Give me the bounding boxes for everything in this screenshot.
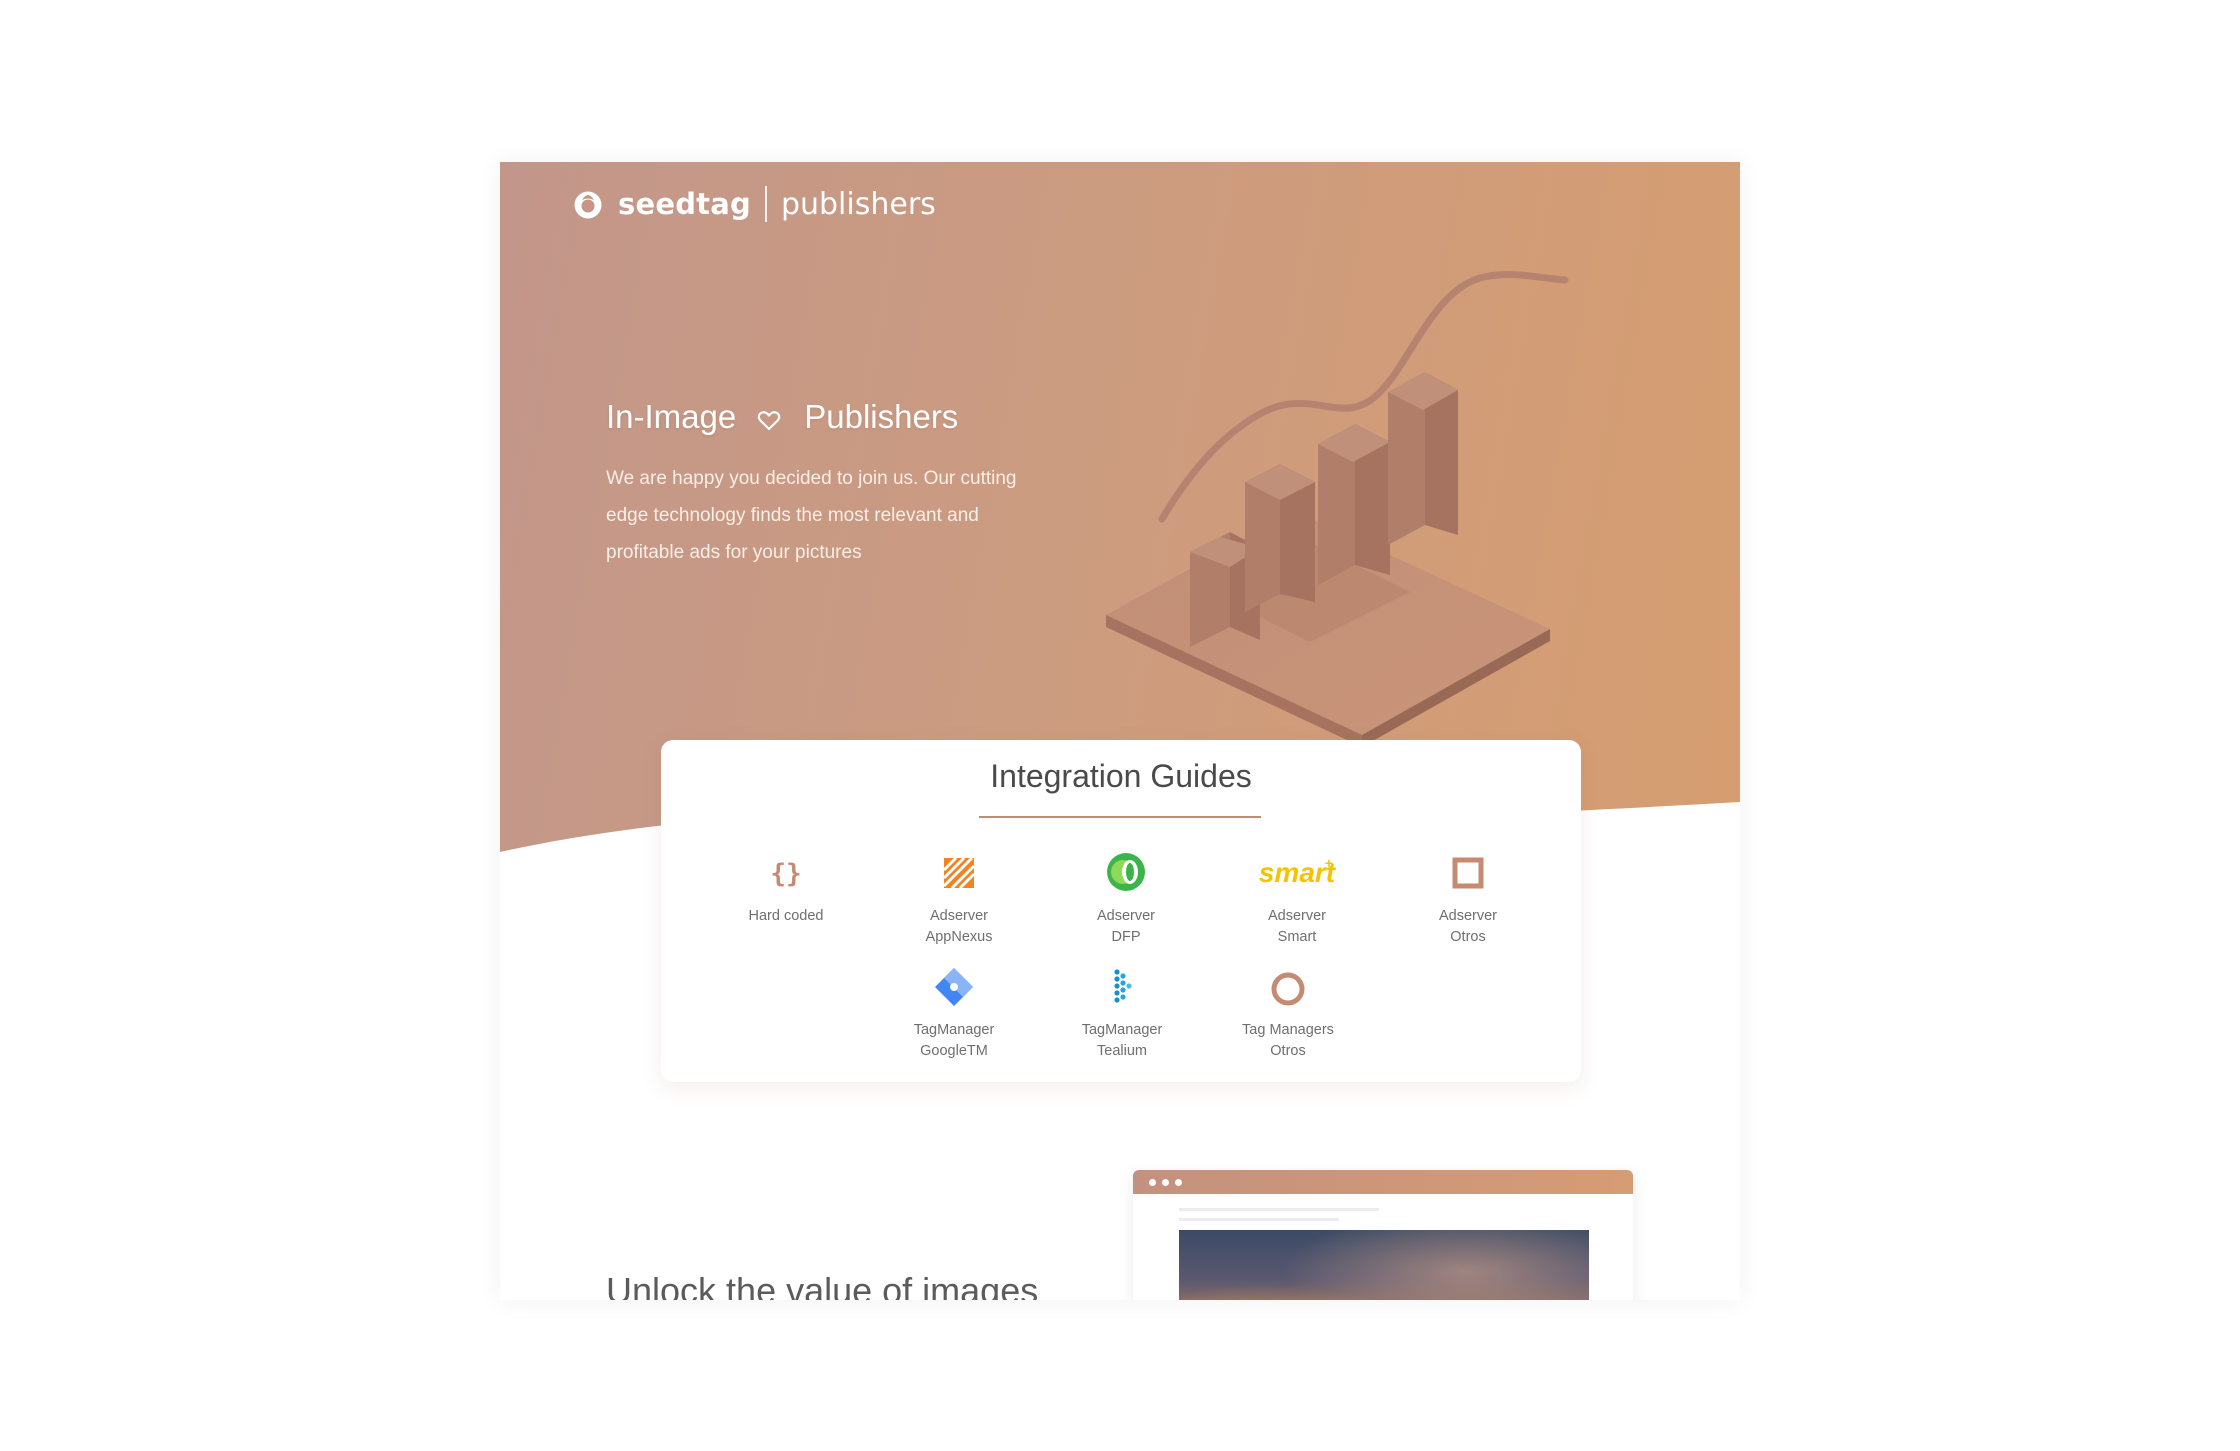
google-tag-manager-icon: [935, 968, 973, 1006]
guide-adserver-dfp[interactable]: Adserver DFP: [1056, 850, 1196, 948]
guide-adserver-smart[interactable]: smart + Adserver Smart: [1227, 850, 1367, 948]
tealium-icon: [1114, 969, 1132, 1003]
guide-label: TagManager GoogleTM: [913, 1022, 995, 1059]
guide-label: TagManager Tealium: [1081, 1022, 1163, 1059]
hero-title-left: In-Image: [606, 398, 737, 435]
guide-adserver-appnexus[interactable]: Adserver AppNexus: [889, 850, 1029, 948]
window-dot-icon: [1162, 1178, 1169, 1186]
smart-icon: smart +: [1259, 855, 1337, 888]
dfp-icon: [1107, 853, 1145, 891]
browser-mockup-illustration: [1133, 1170, 1633, 1300]
guide-label: Adserver DFP: [1096, 908, 1156, 945]
brand-name: seedtag: [618, 187, 751, 221]
guide-label: Adserver AppNexus: [925, 908, 993, 945]
guide-label: Adserver Otros: [1438, 908, 1498, 945]
window-dot-icon: [1149, 1178, 1156, 1186]
heart-icon: [758, 411, 781, 431]
skeleton-line: [1179, 1208, 1379, 1211]
circle-outline-icon: [1271, 972, 1305, 1006]
browser-bar: [1133, 1170, 1633, 1194]
guide-label: Adserver Smart: [1267, 908, 1327, 945]
skeleton-line: [1179, 1218, 1339, 1221]
svg-text:{}: {}: [770, 859, 801, 889]
brand-section-name: publishers: [780, 186, 936, 222]
guide-hard-coded[interactable]: {} Hard coded: [716, 850, 856, 927]
title-underline: [979, 816, 1261, 818]
brand-divider: [764, 186, 767, 222]
brand-logo[interactable]: seedtag publishers: [572, 182, 936, 226]
integration-guides-card: Integration Guides {} Hard coded Adserve…: [661, 740, 1581, 1082]
seedtag-logo-icon: [574, 191, 602, 219]
guide-tagmanager-googletm[interactable]: TagManager GoogleTM: [884, 964, 1024, 1062]
guide-label: Tag Managers Otros: [1242, 1022, 1334, 1059]
appnexus-icon: [942, 856, 976, 890]
guide-tagmanagers-otros[interactable]: Tag Managers Otros: [1218, 964, 1358, 1062]
page-frame: seedtag publishers In-Image Publishers W…: [500, 162, 1740, 1300]
square-outline-icon: [1452, 857, 1484, 889]
hero-title-right: Publishers: [804, 398, 959, 435]
integration-guides-title: Integration Guides: [990, 758, 1252, 794]
guide-adserver-otros[interactable]: Adserver Otros: [1398, 850, 1538, 948]
unlock-section-title: Unlock the value of images: [606, 1270, 1039, 1300]
hero-title: In-Image Publishers: [606, 398, 958, 436]
svg-text:+: +: [1325, 855, 1333, 871]
guide-tagmanager-tealium[interactable]: TagManager Tealium: [1052, 964, 1192, 1062]
code-braces-icon: {}: [770, 859, 801, 889]
hero-description: We are happy you decided to join us. Our…: [606, 468, 1017, 563]
guide-label: Hard coded: [748, 908, 824, 924]
sunset-city-image: [1179, 1230, 1589, 1300]
window-dot-icon: [1175, 1178, 1182, 1186]
